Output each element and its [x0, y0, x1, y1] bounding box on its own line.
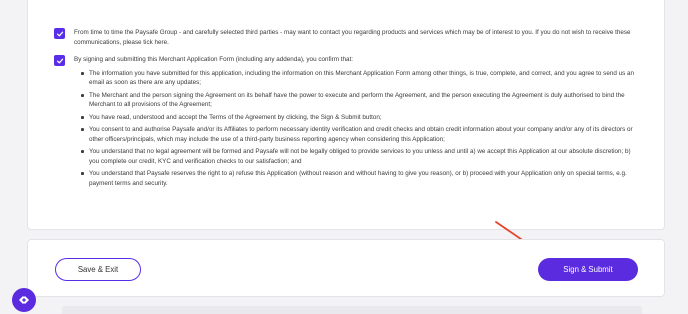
check-icon [56, 58, 63, 63]
agreement-bullet: You understand that no legal agreement w… [80, 147, 642, 166]
marketing-consent-checkbox[interactable] [54, 28, 65, 39]
marketing-consent-row: From time to time the Paysafe Group - an… [54, 28, 642, 47]
check-icon [56, 31, 63, 36]
consent-card: From time to time the Paysafe Group - an… [27, 0, 665, 230]
agreement-bullet: You understand that Paysafe reserves the… [80, 169, 642, 188]
agreement-consent-row: By signing and submitting this Merchant … [54, 55, 642, 191]
save-exit-button[interactable]: Save & Exit [55, 258, 141, 281]
agreement-bullet: You consent to and authorise Paysafe and… [80, 125, 642, 144]
bottom-card-edge [62, 306, 642, 314]
chat-assistant-button[interactable] [12, 288, 36, 312]
agreement-intro-text: By signing and submitting this Merchant … [74, 56, 353, 63]
chat-assistant-icon [19, 296, 29, 304]
sign-submit-button[interactable]: Sign & Submit [538, 258, 638, 281]
agreement-bullet: The information you have submitted for t… [80, 69, 642, 88]
agreement-consent-checkbox[interactable] [54, 55, 65, 66]
agreement-bullet-list: The information you have submitted for t… [80, 69, 642, 189]
agreement-consent-body: By signing and submitting this Merchant … [74, 55, 642, 191]
actions-card: Save & Exit Sign & Submit [27, 239, 665, 297]
agreement-bullet: You have read, understood and accept the… [80, 113, 642, 123]
agreement-bullet: The Merchant and the person signing the … [80, 91, 642, 110]
marketing-consent-text: From time to time the Paysafe Group - an… [74, 29, 631, 46]
